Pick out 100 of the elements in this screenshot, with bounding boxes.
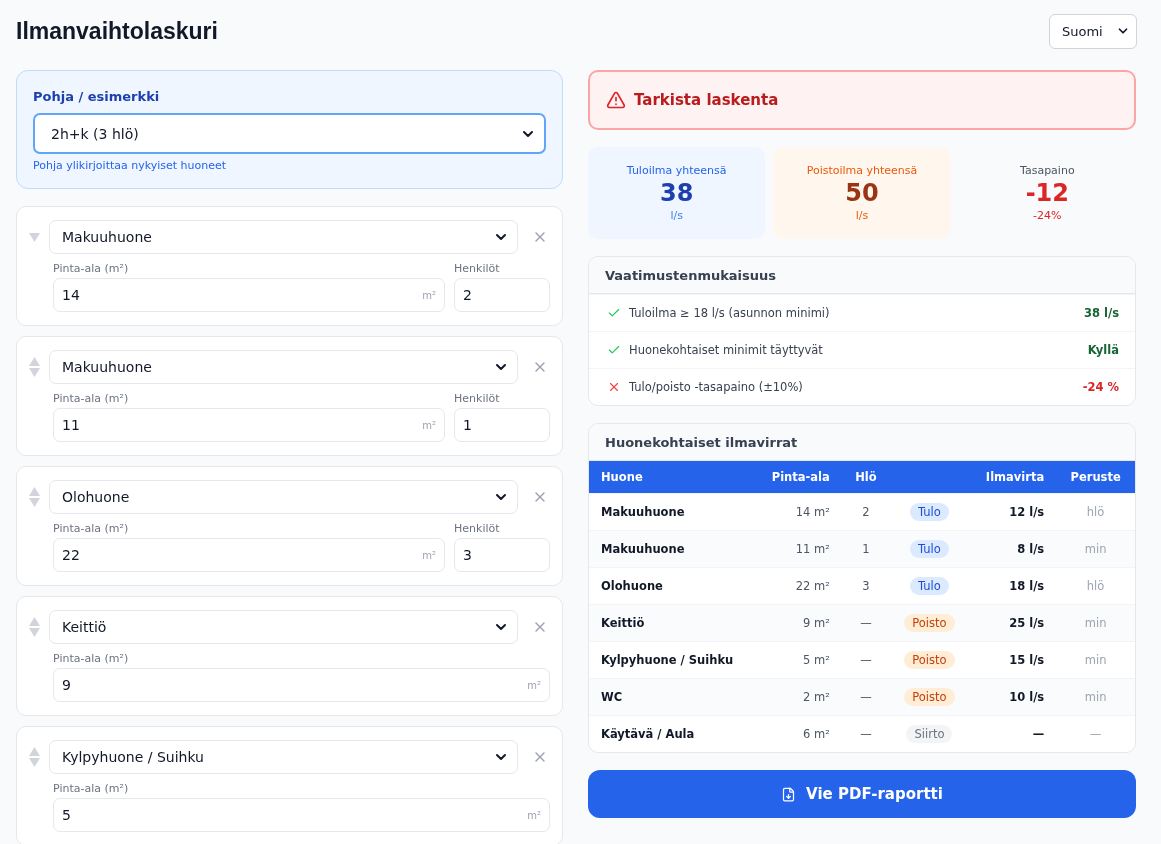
template-label: Pohja / esimerkki — [33, 89, 161, 104]
export-pdf-button[interactable]: Vie PDF-raportti — [588, 770, 1136, 818]
flow-type-badge: Tulo — [910, 502, 949, 521]
column-header: Peruste — [1056, 461, 1135, 493]
stat-label: Tasapaino — [1020, 164, 1075, 177]
table-cell: hlö — [1056, 493, 1135, 530]
stat-value: 38 — [659, 179, 694, 207]
area-field[interactable]: 5 m² — [53, 798, 550, 832]
card-title: Vaatimustenmukaisuus — [589, 257, 1135, 294]
area-label: Pinta-ala (m²) — [53, 652, 130, 665]
table-cell: Keittiö — [589, 604, 755, 641]
persons-label: Henkilöt — [454, 392, 501, 405]
table-cell: 6 m² — [754, 715, 842, 752]
requirement-text: Tuloilma ≥ 18 l/s (asunnon minimi) — [629, 306, 831, 320]
template-select[interactable]: 2h+k (3 hlö) — [33, 113, 546, 154]
flow-type-badge: Tulo — [910, 539, 949, 558]
room-type-select[interactable]: Makuuhuone — [49, 350, 518, 384]
area-field[interactable]: 22 m² — [53, 538, 445, 572]
room-type-select[interactable]: Makuuhuone — [49, 220, 518, 254]
persons-field[interactable]: 2 — [454, 278, 550, 312]
persons-field[interactable]: 1 — [454, 408, 550, 442]
area-label: Pinta-ala (m²) — [53, 782, 130, 795]
table-cell: 2 m² — [754, 678, 842, 715]
flow-type-badge: Poisto — [904, 613, 955, 632]
table-cell: 18 l/s — [968, 567, 1057, 604]
table-cell: — — [841, 641, 891, 678]
file-icon — [781, 786, 797, 802]
column-header: Huone — [589, 461, 755, 493]
move-up-icon[interactable] — [28, 747, 40, 756]
table-cell: Olohuone — [589, 567, 755, 604]
move-down-icon[interactable] — [28, 628, 40, 637]
stat-label: Poistoilma yhteensä — [806, 164, 918, 177]
table-cell: 8 l/s — [968, 530, 1057, 567]
table-cell: — — [968, 715, 1057, 752]
table-cell: 22 m² — [754, 567, 842, 604]
table-cell: min — [1056, 604, 1135, 641]
area-label: Pinta-ala (m²) — [53, 392, 130, 405]
move-up-icon[interactable] — [28, 357, 40, 366]
table-cell: Makuuhuone — [589, 530, 755, 567]
persons-label: Henkilöt — [454, 522, 501, 535]
persons-label: Henkilöt — [454, 262, 501, 275]
app-title: Ilmanvaihtolaskuri — [16, 17, 218, 45]
stat-value: -12 — [1025, 179, 1069, 207]
move-down-icon[interactable] — [28, 498, 40, 507]
area-label: Pinta-ala (m²) — [53, 262, 130, 275]
table-cell: min — [1056, 678, 1135, 715]
room-type-select[interactable]: Keittiö — [49, 610, 518, 644]
flow-type-badge: Poisto — [904, 650, 955, 669]
table-cell: — — [1056, 715, 1135, 752]
table-cell: — — [841, 715, 891, 752]
flow-type-badge: Siirto — [906, 724, 953, 743]
table-cell: Käytävä / Aula — [589, 715, 755, 752]
table-cell: — — [841, 678, 891, 715]
stat-value: 50 — [845, 179, 879, 207]
warning-icon — [606, 90, 626, 110]
table-cell: 10 l/s — [968, 678, 1057, 715]
room-type-select[interactable]: Olohuone — [49, 480, 518, 514]
table-cell: 14 m² — [754, 493, 842, 530]
area-label: Pinta-ala (m²) — [53, 522, 130, 535]
requirement-result: -24 % — [1082, 380, 1119, 394]
table-cell: Makuuhuone — [589, 493, 755, 530]
table-cell: 2 — [841, 493, 891, 530]
persons-field[interactable]: 3 — [454, 538, 550, 572]
table-cell: 9 m² — [754, 604, 842, 641]
language-select[interactable]: Suomi — [1049, 13, 1137, 49]
table-cell: min — [1056, 530, 1135, 567]
column-header: Ilmavirta — [968, 461, 1057, 493]
requirement-result: 38 l/s — [1084, 306, 1119, 320]
move-up-icon[interactable] — [28, 487, 40, 496]
table-cell: 1 — [841, 530, 891, 567]
table-cell: — — [841, 604, 891, 641]
column-header: Hlö — [841, 461, 891, 493]
move-down-icon[interactable] — [28, 232, 40, 242]
table-cell: 11 m² — [754, 530, 842, 567]
card-title: Huonekohtaiset ilmavirrat — [589, 424, 1135, 461]
room-type-select[interactable]: Kylpyhuone / Suihku — [49, 740, 518, 774]
stat-label: Tuloilma yhteensä — [626, 164, 727, 177]
move-down-icon[interactable] — [28, 758, 40, 767]
table-cell: WC — [589, 678, 755, 715]
table-cell: min — [1056, 641, 1135, 678]
table-cell: 12 l/s — [968, 493, 1057, 530]
table-cell: Kylpyhuone / Suihku — [589, 641, 755, 678]
requirement-result: Kyllä — [1087, 343, 1119, 357]
move-up-icon[interactable] — [28, 617, 40, 626]
stat-unit: l/s — [855, 209, 869, 222]
area-field[interactable]: 14 m² — [53, 278, 445, 312]
table-cell: 3 — [841, 567, 891, 604]
table-cell: 5 m² — [754, 641, 842, 678]
stat-unit: l/s — [670, 209, 683, 222]
flow-type-badge: Poisto — [904, 687, 955, 706]
column-header: Pinta-ala — [754, 461, 842, 493]
move-down-icon[interactable] — [28, 368, 40, 377]
table-cell: hlö — [1056, 567, 1135, 604]
table-cell: 15 l/s — [968, 641, 1057, 678]
area-field[interactable]: 11 m² — [53, 408, 445, 442]
template-hint: Pohja ylikirjoittaa nykyiset huoneet — [33, 159, 228, 172]
requirement-text: Tulo/poisto -tasapaino (±10%) — [629, 380, 804, 394]
table-cell: 25 l/s — [968, 604, 1057, 641]
area-field[interactable]: 9 m² — [53, 668, 550, 702]
stat-unit: -24% — [1033, 209, 1062, 222]
